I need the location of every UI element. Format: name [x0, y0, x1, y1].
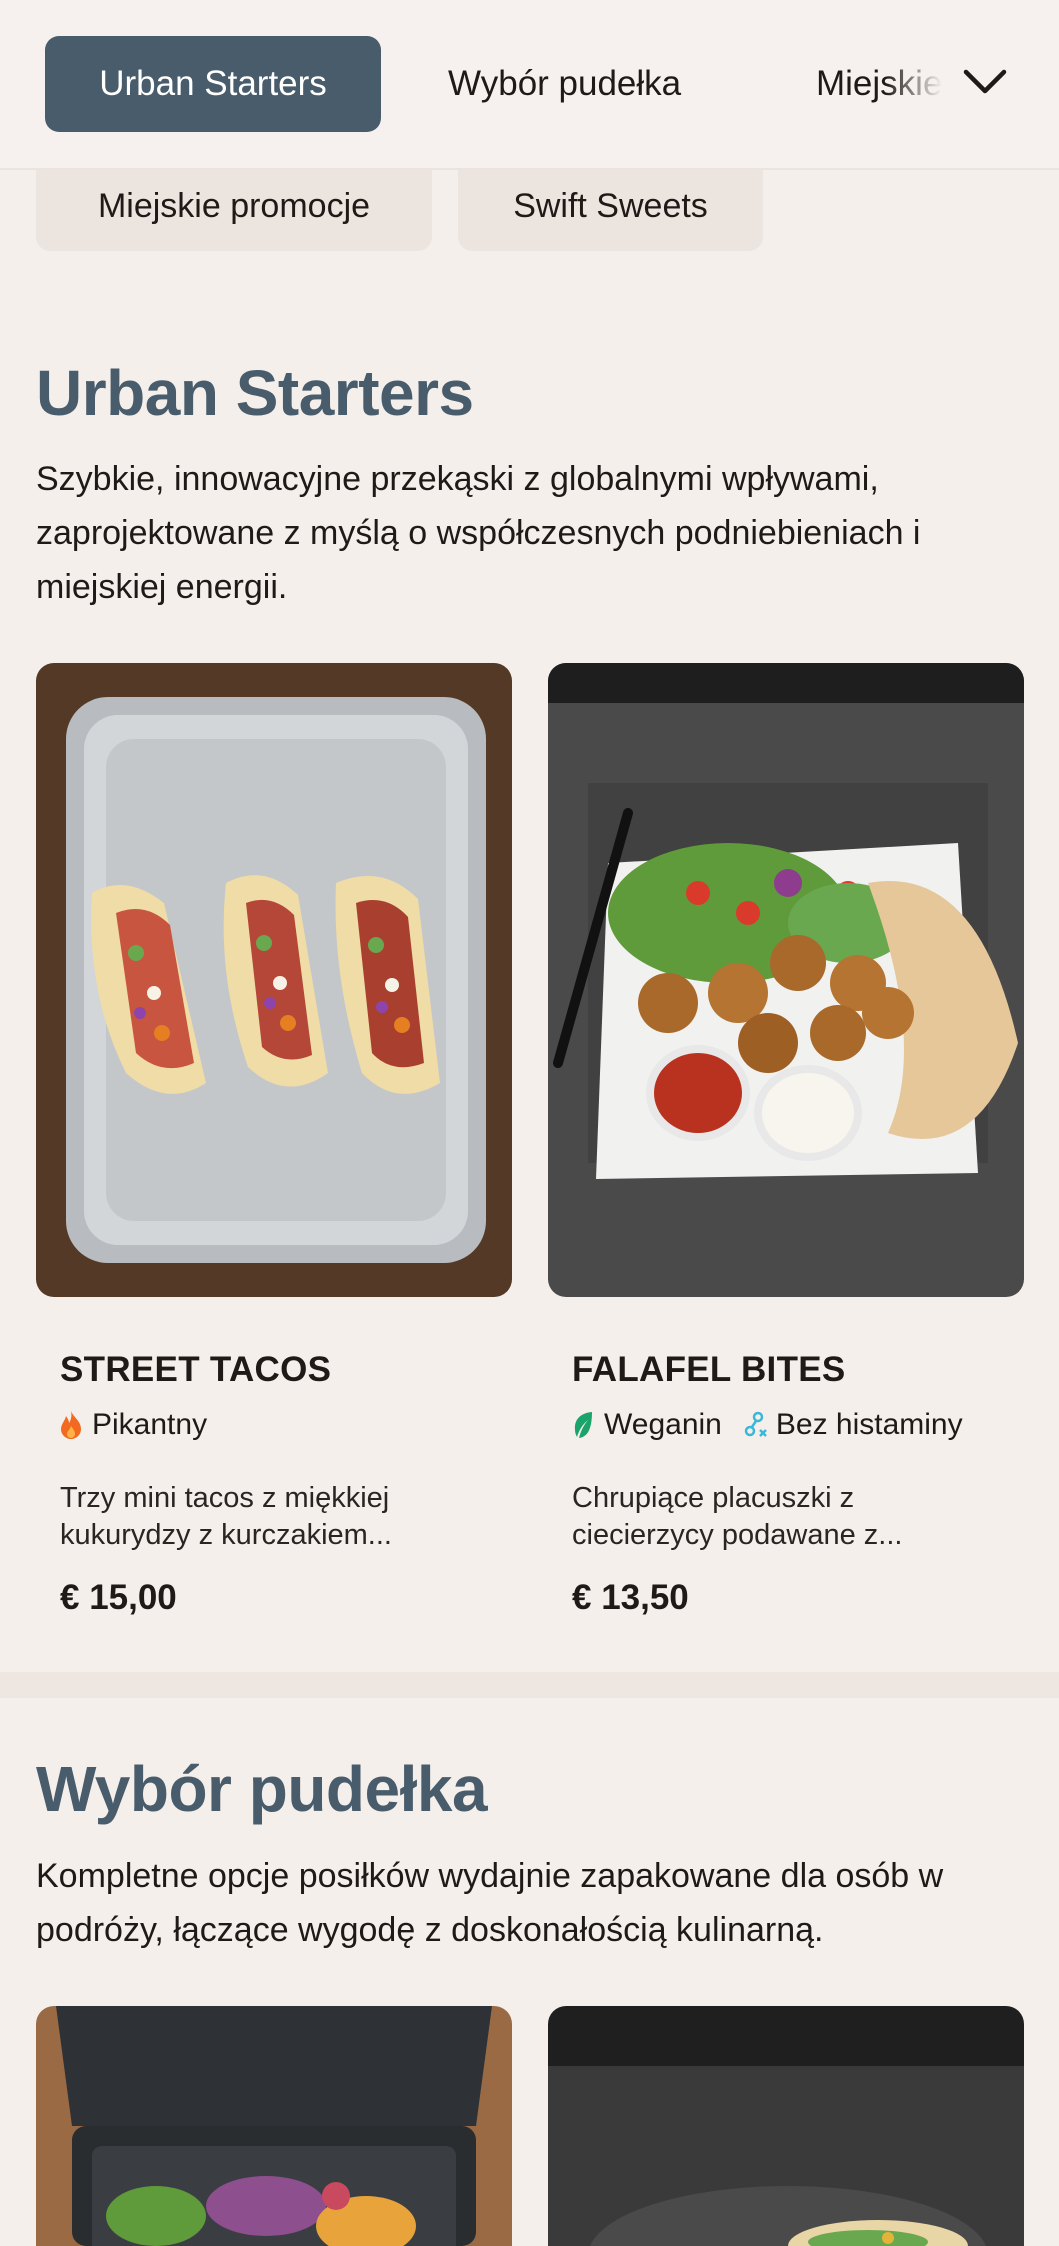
chip-swift-sweets[interactable]: Swift Sweets [458, 164, 763, 251]
box-meal-image[interactable] [36, 2006, 512, 2246]
item-price: € 15,00 [60, 1578, 177, 1617]
tab-miejskie-promocje[interactable]: Miejskie promocje [816, 36, 942, 132]
street-tacos-image[interactable] [36, 663, 512, 1297]
falafel-bites-image[interactable] [548, 663, 1024, 1297]
item-price: € 13,50 [572, 1578, 689, 1617]
histamine-free-icon [744, 1411, 767, 1437]
section-description: Szybkie, innowacyjne przekąski z globaln… [36, 460, 921, 606]
item-title: STREET TACOS [60, 1350, 332, 1389]
item-description: Chrupiące placuszki z ciecierzycy podawa… [572, 1482, 903, 1551]
tag-label: Pikantny [92, 1408, 208, 1441]
item-tags: Weganin Bez histaminy [570, 1408, 973, 1442]
tag-histamine-free: Bez histaminy [742, 1408, 963, 1442]
tag-spicy: Pikantny [58, 1408, 207, 1442]
leaf-icon [574, 1412, 592, 1438]
tag-label: Weganin [604, 1408, 722, 1441]
section-description: Kompletne opcje posiłków wydajnie zapako… [36, 1857, 944, 1949]
flame-icon [61, 1411, 81, 1439]
tag-label: Bez histaminy [775, 1408, 963, 1441]
section-title: Wybór pudełka [36, 1753, 488, 1825]
tag-vegan: Weganin [570, 1408, 722, 1442]
section-divider [0, 1672, 1059, 1698]
tab-wybor-pudelka[interactable]: Wybór pudełka [448, 36, 681, 132]
item-tags: Pikantny [58, 1408, 217, 1442]
chevron-down-icon[interactable] [960, 62, 1010, 102]
wrap-image[interactable] [548, 2006, 1024, 2246]
item-title: FALAFEL BITES [572, 1350, 846, 1389]
chip-miejskie-promocje[interactable]: Miejskie promocje [36, 164, 432, 251]
tab-urban-starters[interactable]: Urban Starters [45, 36, 381, 132]
section-title: Urban Starters [36, 357, 474, 429]
item-description: Trzy mini tacos z miękkiej kukurydzy z k… [60, 1482, 392, 1551]
category-nav: Urban Starters Wybór pudełka Miejskie pr… [0, 0, 1059, 170]
